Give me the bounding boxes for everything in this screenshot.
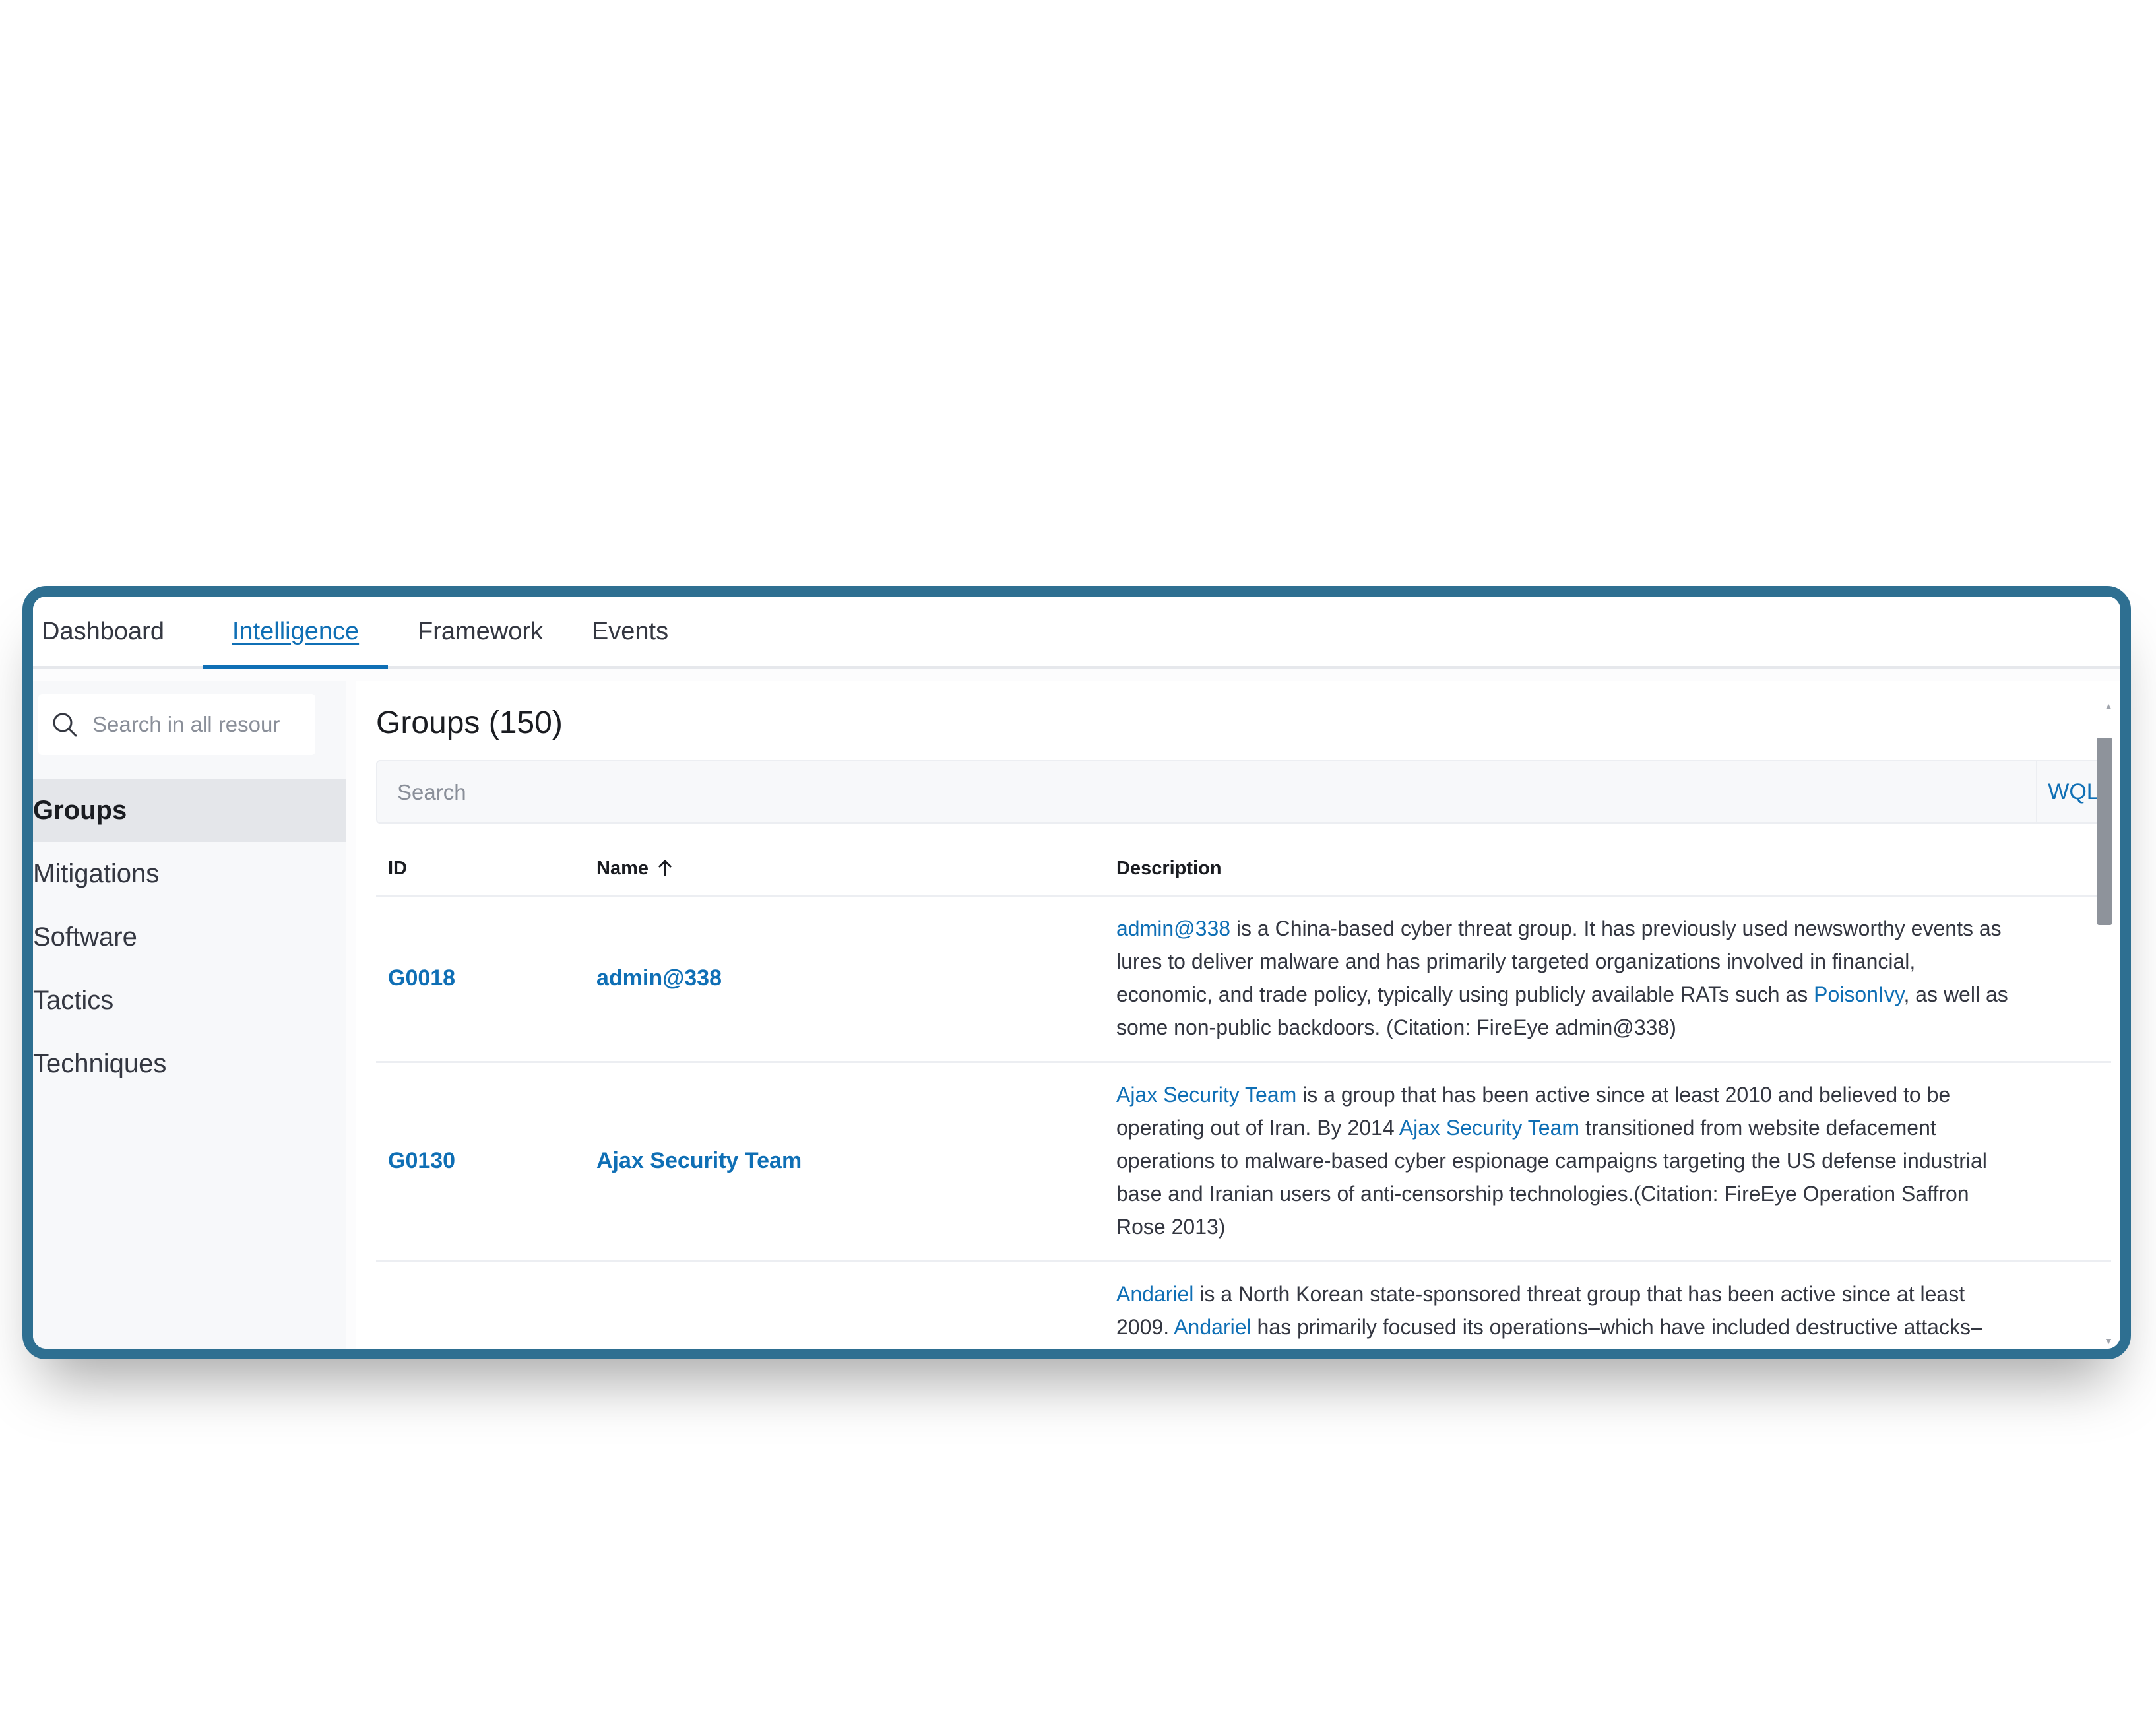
row-description: admin@338 is a China-based cyber threat … (1116, 912, 2098, 1044)
description-text: is a group that has been active since at… (1296, 1083, 1951, 1107)
tab-dashboard[interactable]: Dashboard (33, 597, 173, 666)
search-icon (38, 710, 91, 739)
row-name-link[interactable]: Ajax Security Team (596, 1061, 802, 1260)
app-content: Dashboard Intelligence Framework Events … (33, 597, 2120, 1349)
tab-intelligence[interactable]: Intelligence (203, 597, 388, 669)
row-id-link[interactable]: G0018 (388, 895, 455, 1061)
description-text: base and Iranian users of anti-censorshi… (1116, 1182, 1969, 1206)
column-header-description[interactable]: Description (1116, 842, 1222, 895)
description-text: operations to malware-based cyber espion… (1116, 1149, 1987, 1173)
top-tab-bar: Dashboard Intelligence Framework Events (33, 597, 2120, 669)
description-link[interactable]: Ajax Security Team (1116, 1083, 1296, 1107)
scroll-up-arrow-icon[interactable]: ▲ (2103, 701, 2114, 711)
row-description: Ajax Security Team is a group that has b… (1116, 1078, 2098, 1243)
description-text: economic, and trade policy, typically us… (1116, 983, 1814, 1006)
sidebar: Groups Mitigations Software Tactics Tech… (33, 681, 346, 1349)
sidebar-item-tactics[interactable]: Tactics (33, 969, 346, 1032)
description-text: 2009. (1116, 1315, 1174, 1339)
app-window: Dashboard Intelligence Framework Events … (22, 586, 2131, 1359)
sidebar-item-techniques[interactable]: Techniques (33, 1032, 346, 1095)
row-id-link[interactable]: G0130 (388, 1061, 455, 1260)
sidebar-item-software[interactable]: Software (33, 905, 346, 969)
column-header-name-label: Name (596, 857, 649, 879)
table-search-bar: WQL (376, 760, 2111, 824)
description-text: Rose 2013) (1116, 1215, 1226, 1239)
column-header-name[interactable]: Name (596, 842, 674, 895)
column-header-id-label: ID (388, 857, 407, 879)
description-link[interactable]: Andariel (1116, 1282, 1193, 1306)
description-text: is a China-based cyber threat group. It … (1230, 917, 2002, 940)
main-panel: Groups (150) WQL ID Name Description G00… (356, 681, 2120, 1349)
table-row[interactable]: Andariel is a North Korean state-sponsor… (376, 1260, 2111, 1349)
sidebar-search-input[interactable] (91, 711, 305, 738)
sidebar-item-groups[interactable]: Groups (33, 779, 346, 842)
tab-framework[interactable]: Framework (402, 597, 558, 666)
description-text: operating out of Iran. By 2014 (1116, 1116, 1399, 1140)
row-name-link[interactable]: admin@338 (596, 895, 722, 1061)
description-text: lures to deliver malware and has primari… (1116, 950, 1916, 973)
tab-events[interactable]: Events (574, 597, 686, 666)
scroll-down-arrow-icon[interactable]: ▼ (2103, 1336, 2114, 1346)
table-header: ID Name Description (376, 842, 2111, 897)
sort-ascending-icon (656, 858, 674, 878)
row-description: Andariel is a North Korean state-sponsor… (1116, 1277, 2098, 1343)
sidebar-item-mitigations[interactable]: Mitigations (33, 842, 346, 905)
table-row[interactable]: G0018 admin@338 admin@338 is a China-bas… (376, 895, 2111, 1063)
description-text: some non-public backdoors. (Citation: Fi… (1116, 1016, 1676, 1039)
description-text: has primarily focused its operations–whi… (1251, 1315, 1982, 1339)
vertical-scrollbar-thumb[interactable] (2097, 738, 2112, 925)
description-link[interactable]: PoisonIvy (1814, 983, 1903, 1006)
column-header-description-label: Description (1116, 857, 1222, 879)
description-link[interactable]: Ajax Security Team (1399, 1116, 1579, 1140)
column-header-id[interactable]: ID (388, 842, 407, 895)
table-search-input[interactable] (396, 761, 1982, 824)
description-text: is a North Korean state-sponsored threat… (1193, 1282, 1965, 1306)
sidebar-search (38, 694, 315, 755)
description-text: , as well as (1903, 983, 2008, 1006)
page-title: Groups (150) (376, 705, 563, 740)
description-link[interactable]: admin@338 (1116, 917, 1230, 940)
description-link[interactable]: Andariel (1174, 1315, 1251, 1339)
description-text: transitioned from website defacement (1579, 1116, 1936, 1140)
table-row[interactable]: G0130 Ajax Security Team Ajax Security T… (376, 1061, 2111, 1262)
